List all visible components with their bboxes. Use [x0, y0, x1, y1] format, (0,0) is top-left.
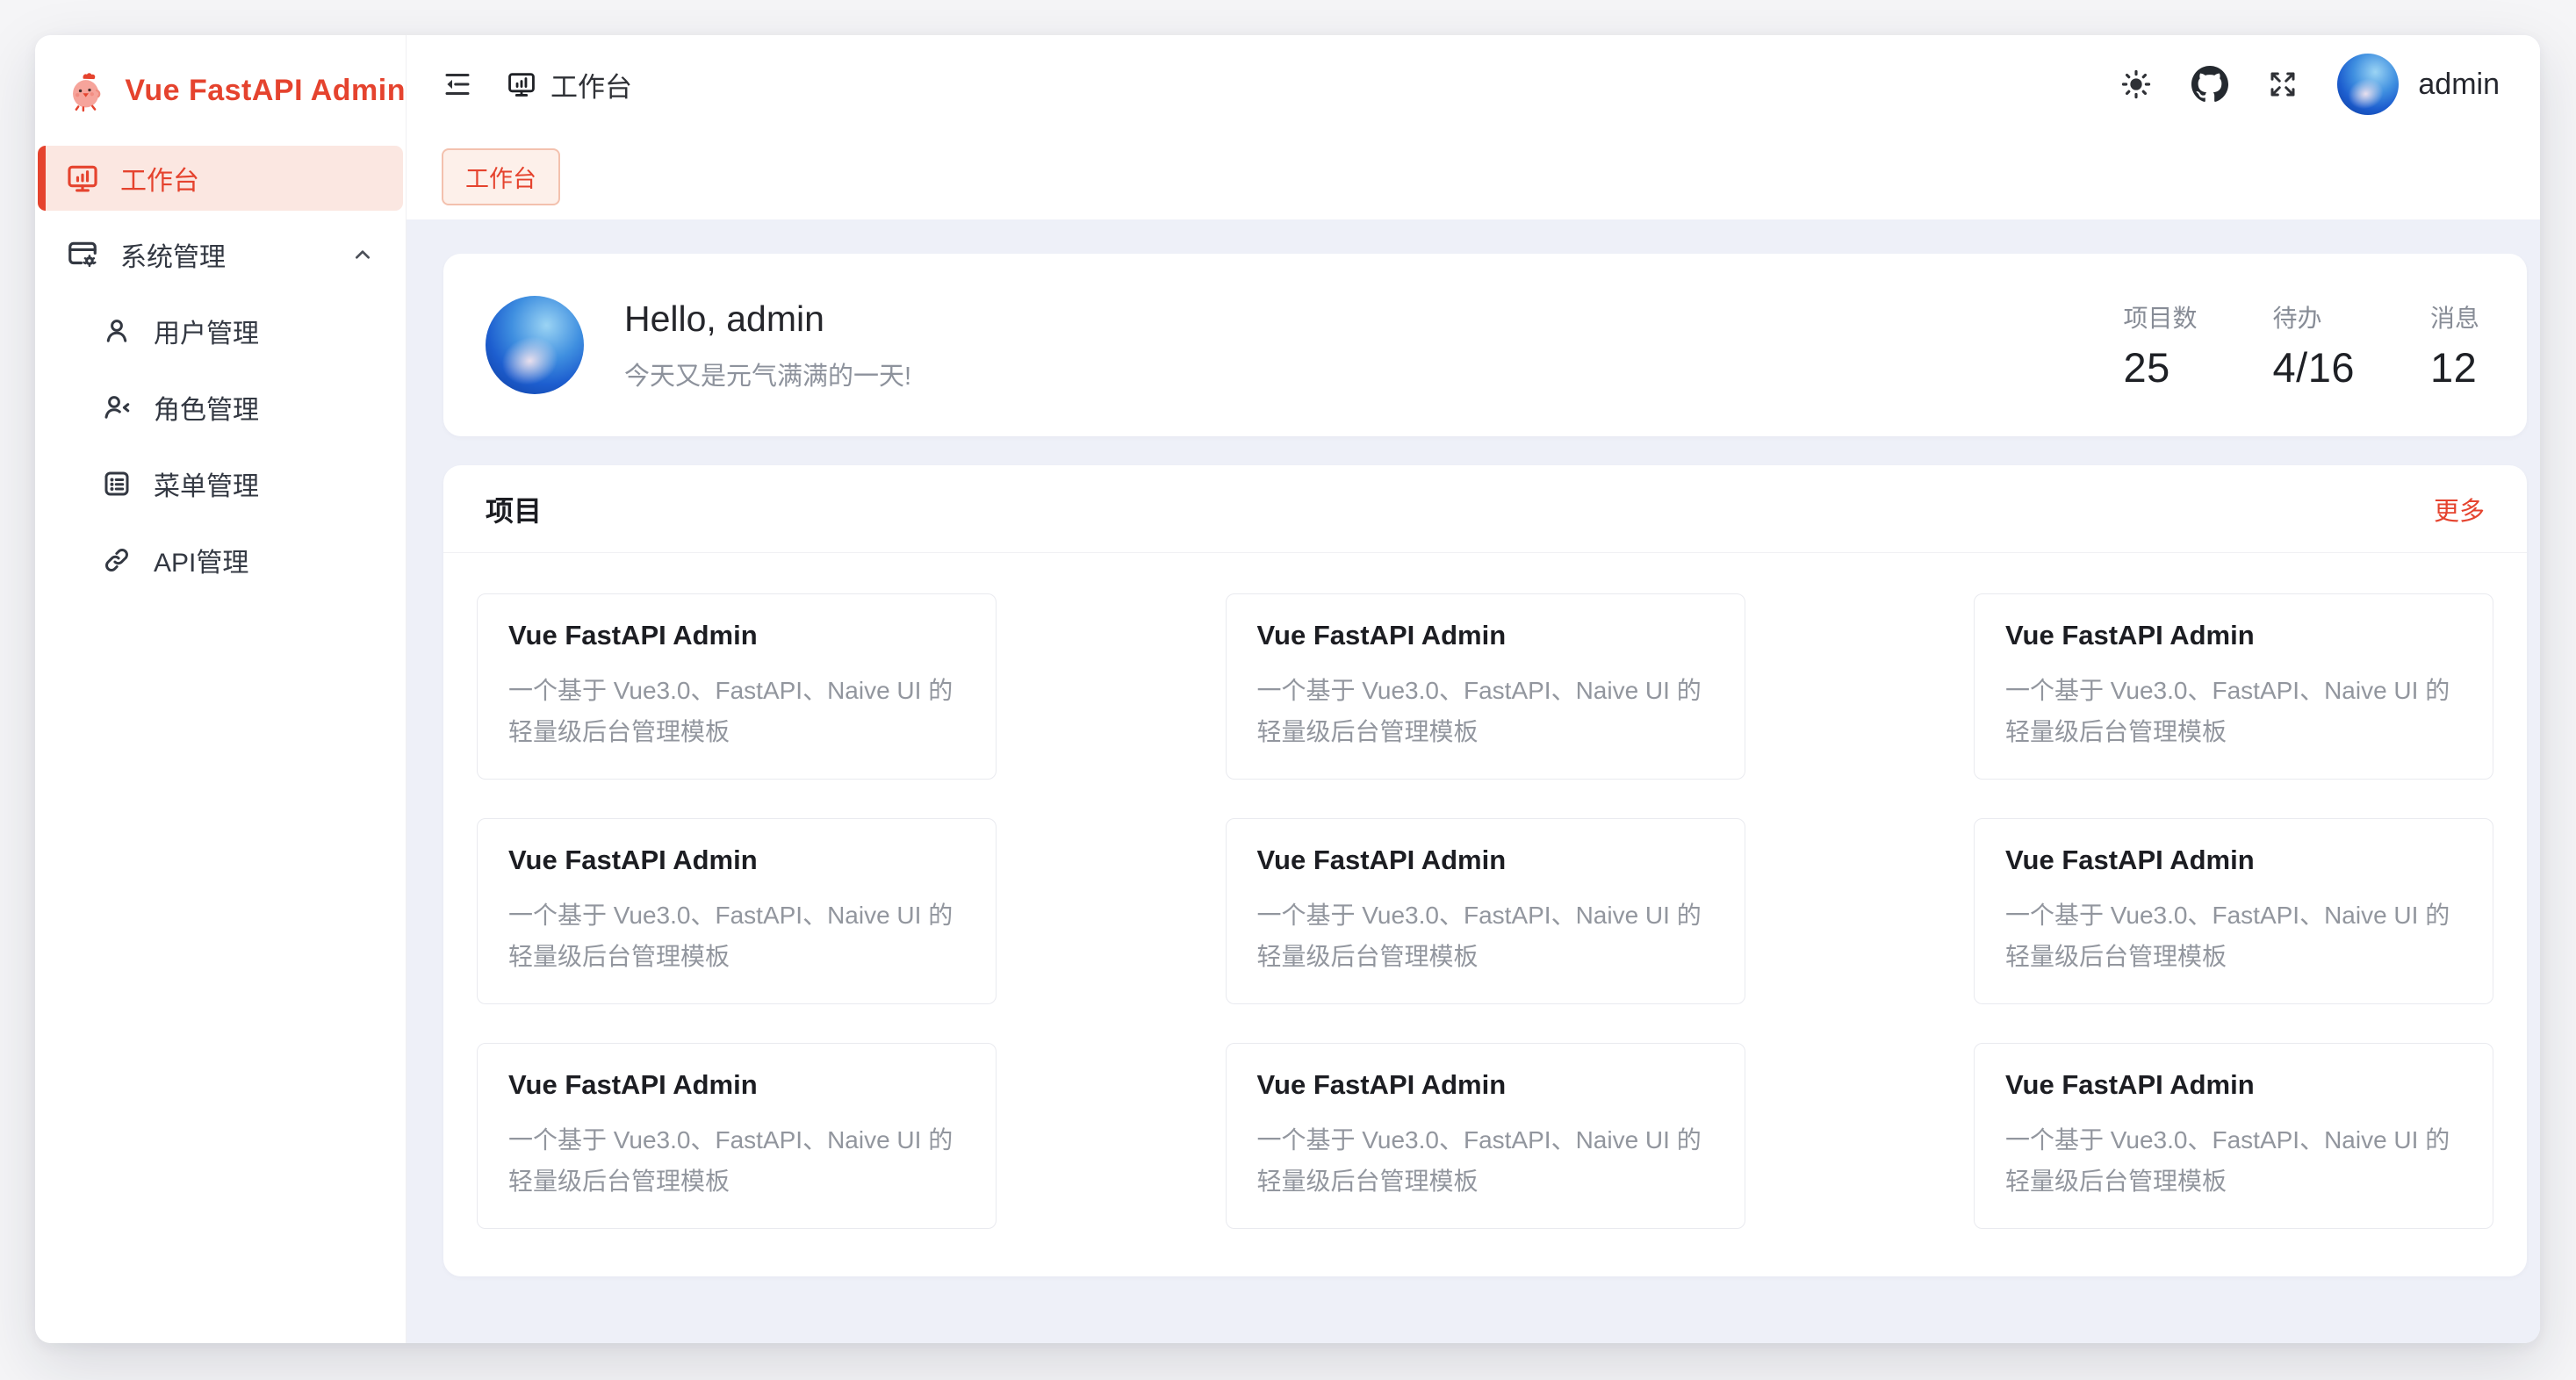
stat-value: 12: [2430, 343, 2479, 392]
sidebar-item-label: 用户管理: [154, 312, 259, 350]
project-desc: 一个基于 Vue3.0、FastAPI、Naive UI 的轻量级后台管理模板: [2005, 670, 2462, 752]
projects-title: 项目: [486, 489, 542, 529]
project-desc: 一个基于 Vue3.0、FastAPI、Naive UI 的轻量级后台管理模板: [1257, 895, 1714, 977]
project-card[interactable]: Vue FastAPI Admin 一个基于 Vue3.0、FastAPI、Na…: [477, 593, 997, 780]
project-desc: 一个基于 Vue3.0、FastAPI、Naive UI 的轻量级后台管理模板: [2005, 895, 2462, 977]
collapse-sidebar-button[interactable]: [442, 68, 473, 100]
stat-projects: 项目数 25: [2123, 299, 2197, 392]
stat-todos: 待办 4/16: [2273, 299, 2355, 392]
project-card[interactable]: Vue FastAPI Admin 一个基于 Vue3.0、FastAPI、Na…: [1974, 818, 2493, 1004]
project-desc: 一个基于 Vue3.0、FastAPI、Naive UI 的轻量级后台管理模板: [2005, 1119, 2462, 1202]
github-button[interactable]: [2191, 66, 2228, 103]
stat-label: 待办: [2273, 299, 2355, 334]
sidebar-item-roles[interactable]: 角色管理: [38, 375, 403, 440]
user-avatar-large: [486, 296, 584, 394]
sidebar-item-system[interactable]: 系统管理: [38, 222, 403, 287]
project-title: Vue FastAPI Admin: [2005, 1069, 2462, 1101]
project-card[interactable]: Vue FastAPI Admin 一个基于 Vue3.0、FastAPI、Na…: [1974, 1043, 2493, 1229]
stats: 项目数 25 待办 4/16 消息 12: [2123, 299, 2479, 392]
project-title: Vue FastAPI Admin: [508, 620, 965, 651]
tags-bar: 工作台: [407, 133, 2540, 219]
sidebar-item-label: 系统管理: [120, 235, 226, 274]
logo[interactable]: Vue FastAPI Admin: [35, 35, 406, 146]
projects-grid: Vue FastAPI Admin 一个基于 Vue3.0、FastAPI、Na…: [477, 553, 2493, 1229]
stat-value: 4/16: [2273, 343, 2355, 392]
page: { "app": { "name": "Vue FastAPI Admin" }…: [0, 0, 2576, 1380]
tab-workbench[interactable]: 工作台: [442, 148, 560, 205]
sidebar-item-menus[interactable]: 菜单管理: [38, 451, 403, 516]
sidebar-item-users[interactable]: 用户管理: [38, 298, 403, 363]
menu-list-icon: [101, 468, 133, 500]
project-card[interactable]: Vue FastAPI Admin 一个基于 Vue3.0、FastAPI、Na…: [1226, 1043, 1745, 1229]
project-card[interactable]: Vue FastAPI Admin 一个基于 Vue3.0、FastAPI、Na…: [1226, 593, 1745, 780]
avatar: [2337, 54, 2399, 115]
sidebar-item-label: 工作台: [120, 159, 199, 198]
api-link-icon: [101, 544, 133, 576]
project-desc: 一个基于 Vue3.0、FastAPI、Naive UI 的轻量级后台管理模板: [508, 895, 965, 977]
chevron-up-icon: [349, 241, 377, 269]
project-desc: 一个基于 Vue3.0、FastAPI、Naive UI 的轻量级后台管理模板: [508, 1119, 965, 1202]
fullscreen-expand-icon: [2267, 68, 2299, 100]
breadcrumb-label: 工作台: [550, 65, 632, 104]
project-title: Vue FastAPI Admin: [1257, 620, 1714, 651]
welcome-card: Hello, admin 今天又是元气满满的一天! 项目数 25 待办 4/16…: [443, 254, 2527, 436]
topbar-actions: admin: [2119, 54, 2500, 115]
username: admin: [2418, 68, 2500, 102]
sidebar-item-label: 菜单管理: [154, 464, 259, 503]
logo-title: Vue FastAPI Admin: [125, 74, 406, 108]
user-menu[interactable]: admin: [2337, 54, 2500, 115]
topbar: 工作台: [407, 35, 2540, 133]
stat-messages: 消息 12: [2430, 299, 2479, 392]
project-desc: 一个基于 Vue3.0、FastAPI、Naive UI 的轻量级后台管理模板: [508, 670, 965, 752]
indent-left-icon: [442, 68, 473, 100]
project-desc: 一个基于 Vue3.0、FastAPI、Naive UI 的轻量级后台管理模板: [1257, 1119, 1714, 1202]
sidebar: Vue FastAPI Admin 工作台 系统管理: [35, 35, 407, 1343]
greeting-subtitle: 今天又是元气满满的一天!: [624, 356, 911, 392]
project-card[interactable]: Vue FastAPI Admin 一个基于 Vue3.0、FastAPI、Na…: [1974, 593, 2493, 780]
project-title: Vue FastAPI Admin: [1257, 845, 1714, 876]
user-icon: [101, 315, 133, 347]
project-title: Vue FastAPI Admin: [508, 845, 965, 876]
project-title: Vue FastAPI Admin: [1257, 1069, 1714, 1101]
stat-label: 项目数: [2123, 299, 2197, 334]
role-user-icon: [101, 392, 133, 423]
breadcrumb-workbench[interactable]: 工作台: [507, 65, 632, 104]
greeting-title: Hello, admin: [624, 298, 911, 340]
system-settings-icon: [66, 238, 99, 271]
project-title: Vue FastAPI Admin: [508, 1069, 965, 1101]
sidebar-item-workbench[interactable]: 工作台: [38, 146, 403, 211]
sidebar-item-label: API管理: [154, 541, 248, 579]
monitor-icon: [507, 69, 536, 99]
project-title: Vue FastAPI Admin: [2005, 620, 2462, 651]
stat-value: 25: [2123, 343, 2197, 392]
theme-toggle-button[interactable]: [2119, 68, 2153, 101]
app-window: Vue FastAPI Admin 工作台 系统管理: [35, 35, 2540, 1343]
project-desc: 一个基于 Vue3.0、FastAPI、Naive UI 的轻量级后台管理模板: [1257, 670, 1714, 752]
main-area: 工作台: [407, 35, 2540, 1343]
sun-icon: [2119, 68, 2153, 101]
sidebar-menu: 工作台 系统管理 用户管理: [35, 146, 406, 1343]
stat-label: 消息: [2430, 299, 2479, 334]
github-icon: [2191, 66, 2228, 103]
sidebar-item-label: 角色管理: [154, 388, 259, 427]
sidebar-item-api[interactable]: API管理: [38, 528, 403, 593]
projects-panel: 项目 更多 Vue FastAPI Admin 一个基于 Vue3.0、Fast…: [443, 465, 2527, 1276]
project-card[interactable]: Vue FastAPI Admin 一个基于 Vue3.0、FastAPI、Na…: [1226, 818, 1745, 1004]
project-card[interactable]: Vue FastAPI Admin 一个基于 Vue3.0、FastAPI、Na…: [477, 1043, 997, 1229]
logo-chick-icon: [66, 68, 105, 112]
project-title: Vue FastAPI Admin: [2005, 845, 2462, 876]
greeting: Hello, admin 今天又是元气满满的一天!: [624, 298, 911, 392]
more-link[interactable]: 更多: [2434, 491, 2485, 528]
workbench-monitor-icon: [66, 162, 99, 195]
content: Hello, admin 今天又是元气满满的一天! 项目数 25 待办 4/16…: [407, 219, 2540, 1343]
fullscreen-button[interactable]: [2267, 68, 2299, 100]
project-card[interactable]: Vue FastAPI Admin 一个基于 Vue3.0、FastAPI、Na…: [477, 818, 997, 1004]
projects-header: 项目 更多: [443, 465, 2527, 553]
